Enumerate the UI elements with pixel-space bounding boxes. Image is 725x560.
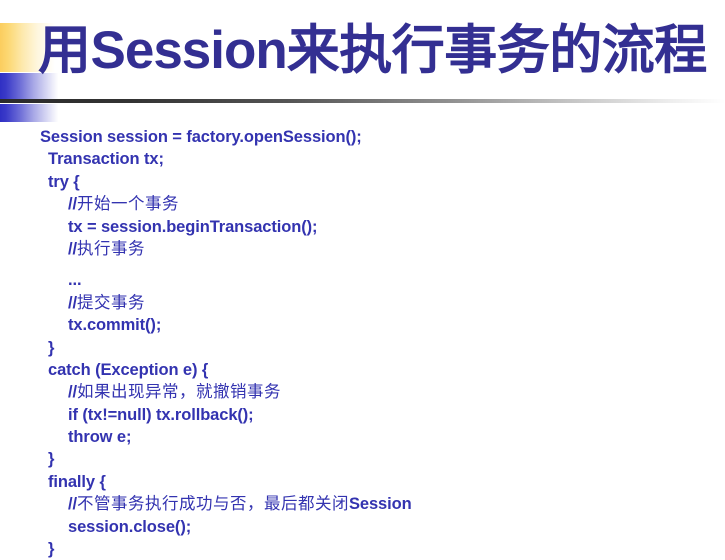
code-line: tx = session.beginTransaction();: [0, 216, 725, 238]
code-text-latin: //: [68, 495, 77, 514]
code-line: //开始一个事务: [0, 193, 725, 215]
code-line: ...: [0, 269, 725, 291]
code-line: tx.commit();: [0, 314, 725, 336]
code-line: //提交事务: [0, 292, 725, 314]
code-text-latin: Session session = factory.openSession();: [40, 128, 362, 146]
code-line: session.close();: [0, 516, 725, 538]
code-text-latin: throw e;: [68, 428, 132, 447]
code-text-cjk: 如果出现异常，就撤销事务: [76, 382, 281, 402]
page-title-latin: Session: [90, 21, 288, 80]
code-text-latin: try {: [48, 172, 80, 191]
title-underline-rule: [0, 99, 725, 103]
code-text-latin: }: [48, 338, 55, 357]
code-line: //不管事务执行成功与否，最后都关闭Session: [0, 493, 725, 515]
code-block: Session session = factory.openSession();…: [0, 126, 725, 560]
code-text-cjk: 开始一个事务: [76, 194, 179, 214]
code-line: //执行事务: [0, 238, 725, 260]
code-text-latin: session.close();: [68, 517, 192, 536]
code-text-latin: //: [68, 293, 77, 312]
page-title-suffix: 来执行事务的流程: [286, 22, 708, 80]
code-line: }: [0, 448, 725, 470]
code-line: catch (Exception e) {: [0, 359, 725, 381]
code-line: throw e;: [0, 426, 725, 448]
code-line: if (tx!=null) tx.rollback();: [0, 404, 725, 426]
presentation-slide: 用Session来执行事务的流程 Session session = facto…: [0, 0, 725, 560]
code-line: try {: [0, 171, 725, 193]
code-line: Transaction tx;: [0, 148, 725, 170]
code-line: //如果出现异常，就撤销事务: [0, 381, 725, 403]
code-text-latin: if (tx!=null) tx.rollback();: [68, 405, 254, 424]
code-text-latin: catch (Exception e) {: [48, 360, 209, 379]
code-text-latin: tx.commit();: [68, 316, 162, 335]
code-text-latin: Session: [348, 495, 412, 514]
page-title: 用Session来执行事务的流程: [38, 15, 725, 87]
code-text-latin: //: [68, 383, 77, 402]
code-text-cjk: 执行事务: [76, 238, 145, 258]
code-text-cjk: 不管事务执行成功与否，最后都关闭: [76, 494, 349, 514]
page-title-prefix: 用: [38, 22, 91, 80]
code-text-latin: //: [68, 195, 77, 214]
blue-gradient-bar-bottom-icon: [0, 104, 60, 122]
code-text-latin: ...: [68, 271, 82, 290]
code-line: }: [0, 337, 725, 359]
code-text-latin: }: [48, 450, 55, 469]
code-line: finally {: [0, 471, 725, 493]
code-text-latin: }: [48, 540, 55, 559]
code-line: Session session = factory.openSession();: [0, 126, 725, 148]
code-text-cjk: 提交事务: [76, 292, 145, 312]
code-text-latin: //: [68, 239, 77, 258]
code-text-latin: Transaction tx;: [48, 150, 164, 169]
code-text-latin: finally {: [48, 472, 106, 491]
code-text-latin: tx = session.beginTransaction();: [68, 217, 318, 236]
